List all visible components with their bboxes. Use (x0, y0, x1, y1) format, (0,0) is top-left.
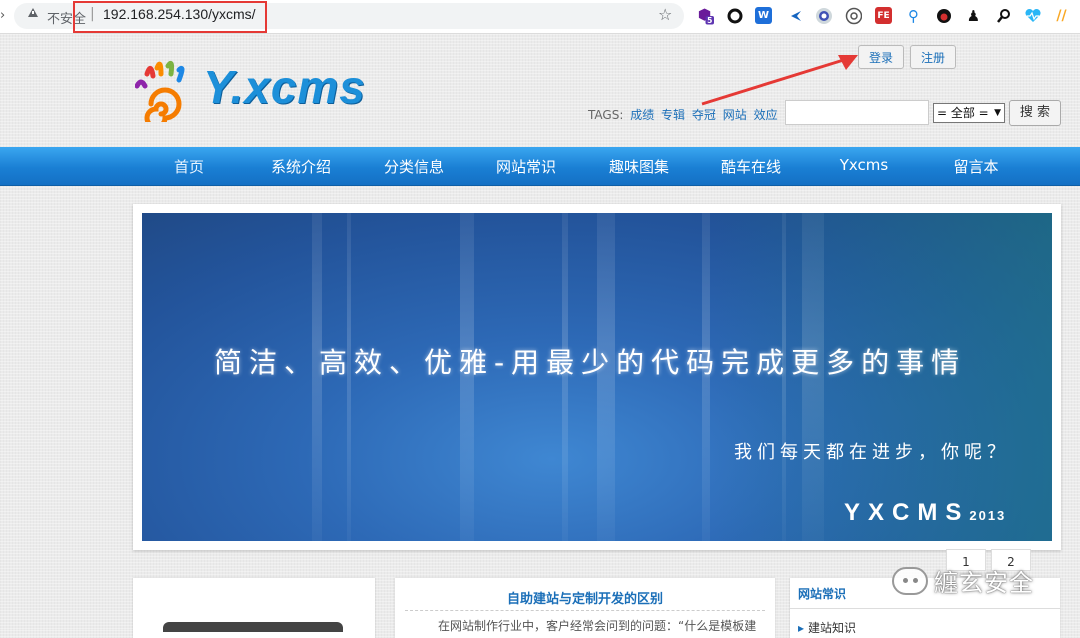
hexagon-badge-icon[interactable]: 5 (697, 7, 714, 25)
warning-icon[interactable] (28, 8, 38, 17)
watermark: 纏玄安全 (892, 563, 1034, 598)
heartbeat-icon[interactable] (1024, 7, 1041, 24)
search-button[interactable]: 搜 索 (1009, 100, 1061, 126)
nav-item-home[interactable]: 首页 (139, 156, 239, 177)
site-logo-text[interactable]: Y.xcms (203, 60, 366, 114)
tags-bar: TAGS: 成绩 专辑 夺冠 网站 效应 ... (588, 106, 796, 123)
banner-slogan: 简洁、高效、优雅-用最少的代码完成更多的事情 (214, 346, 967, 379)
nav-item-category[interactable]: 分类信息 (364, 156, 464, 177)
article-divider (405, 610, 765, 611)
hero-banner[interactable]: 简洁、高效、优雅-用最少的代码完成更多的事情 我们每天都在进步，你呢？ YXCM… (142, 213, 1052, 541)
slash-icon[interactable]: // (1053, 7, 1070, 24)
nav-item-yxcms[interactable]: Yxcms (814, 156, 914, 174)
gauge-icon[interactable] (845, 7, 862, 24)
tag-link[interactable]: 成绩 (630, 108, 654, 122)
watermark-text: 纏玄安全 (934, 569, 1034, 597)
extension-badge: 5 (707, 16, 712, 25)
drop-icon[interactable] (935, 7, 952, 24)
tag-link[interactable]: 夺冠 (692, 108, 716, 122)
wechat-icon (892, 566, 928, 595)
sidebar-title: 网站常识 (798, 587, 847, 601)
chevron-down-icon: ▼ (994, 108, 1001, 118)
ink-icon[interactable]: ♟ (965, 7, 982, 25)
banner-brand-year: 2013 (969, 508, 1007, 523)
article-title[interactable]: 自助建站与定制开发的区别 (405, 588, 765, 607)
url-highlight-box (73, 1, 267, 33)
w-icon[interactable]: W (755, 7, 772, 24)
annotation-arrow-icon (701, 55, 858, 106)
fe-icon[interactable]: FE (875, 7, 892, 24)
bookmark-star-icon[interactable]: ☆ (658, 5, 672, 24)
search-icon[interactable] (995, 7, 1012, 24)
circle-icon[interactable] (726, 7, 743, 24)
tag-link[interactable]: 专辑 (661, 108, 685, 122)
search-scope-select[interactable]: = 全部 = ▼ (933, 103, 1005, 123)
tag-link[interactable]: 网站 (723, 108, 747, 122)
banner-sub-slogan: 我们每天都在进步，你呢？ (734, 442, 1010, 463)
nav-item-cars[interactable]: 酷车在线 (701, 156, 801, 177)
card-thumbnail (163, 622, 343, 632)
main-nav: 首页 系统介绍 分类信息 网站常识 趣味图集 酷车在线 Yxcms 留言本 (0, 147, 1080, 186)
banner-brand: YXCMS2013 (844, 499, 1006, 527)
pin-icon[interactable]: ⚲ (905, 7, 922, 25)
shield-icon[interactable] (815, 7, 832, 24)
back-arrow-icon[interactable]: › (0, 8, 5, 23)
tags-label: TAGS: (588, 108, 624, 122)
sidebar-list-item[interactable]: 建站知识 (798, 619, 856, 636)
nav-item-guestbook[interactable]: 留言本 (926, 156, 1026, 177)
banner-brand-name: YXCMS (844, 499, 970, 526)
browser-toolbar: › 不安全 | 192.168.254.130/yxcms/ ☆ 5 W FE … (0, 0, 1080, 34)
article-excerpt: 在网站制作行业中，客户经常会问到的问题：“什么是模板建 (438, 619, 757, 633)
register-button[interactable]: 注册 (910, 45, 957, 69)
lightning-icon[interactable] (787, 7, 804, 24)
sidebar-divider (790, 608, 1060, 609)
nav-item-tips[interactable]: 网站常识 (476, 156, 576, 177)
nav-item-intro[interactable]: 系统介绍 (251, 156, 351, 177)
nav-item-gallery[interactable]: 趣味图集 (589, 156, 689, 177)
tag-link[interactable]: 效应 (754, 108, 778, 122)
search-scope-value: = 全部 = (937, 106, 989, 120)
